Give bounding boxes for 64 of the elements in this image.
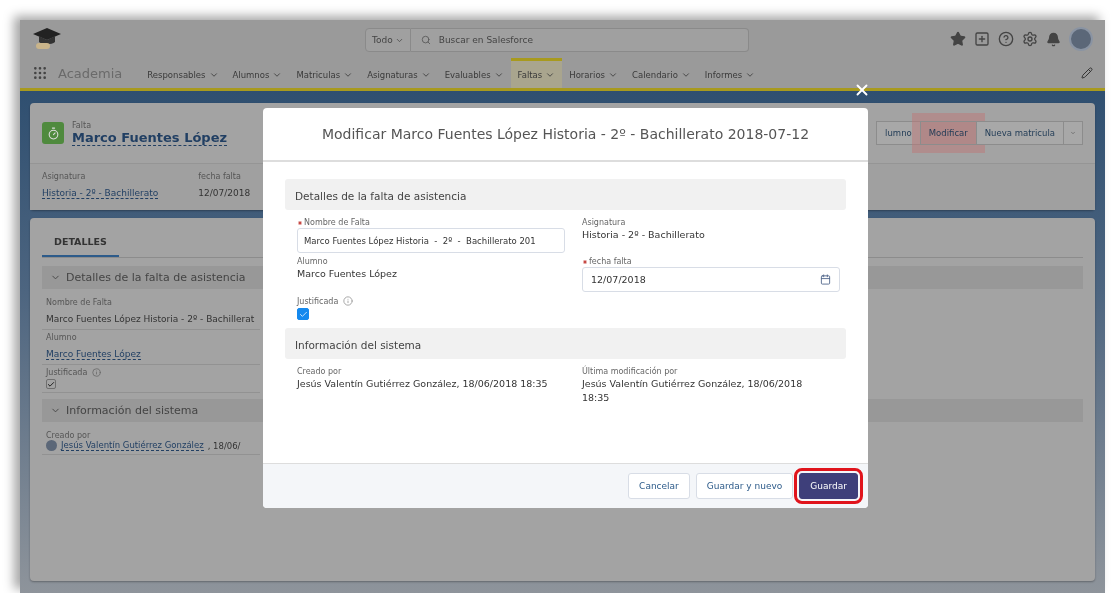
calendar-icon[interactable] — [820, 274, 831, 285]
section-header: Información del sistema — [285, 328, 846, 359]
settings-icon[interactable] — [1022, 31, 1038, 47]
details-tab[interactable]: DETALLES — [42, 228, 119, 257]
nav-tab[interactable]: Responsables — [140, 58, 226, 88]
object-label: Falta — [72, 120, 93, 130]
field-label: Justificada — [297, 296, 339, 306]
nav-tab[interactable]: Faltas — [510, 58, 563, 88]
bell-icon[interactable] — [1046, 31, 1061, 47]
nav-tab[interactable]: Asignaturas — [360, 58, 438, 88]
field-value: , 18/06/ — [207, 440, 241, 451]
avatar-icon — [46, 440, 57, 451]
input-field[interactable]: Marco Fuentes López Historia - 2º - Bachillerato 201 — [297, 228, 565, 253]
field-label: Nombre de Falta — [304, 218, 370, 227]
field-link[interactable]: Marco Fuentes López — [46, 349, 141, 360]
user-link[interactable]: Jesús Valentín Gutiérrez González — [61, 440, 204, 451]
field-value: Marco Fuentes López — [297, 267, 398, 281]
field-value: Jesús Valentín Gutiérrez González, 18/06/2018 18:35 — [297, 377, 549, 391]
nav-tab[interactable]: Informes — [697, 58, 763, 88]
field-link[interactable]: Historia - 2º - Bachillerato — [42, 188, 159, 199]
info-icon — [343, 296, 354, 306]
field-label: Creado por — [297, 367, 342, 376]
search-icon — [420, 35, 431, 45]
avatar-icon[interactable] — [1069, 27, 1093, 51]
check-icon — [298, 309, 308, 319]
field-label: fecha falta — [589, 257, 632, 266]
field-value: Jesús Valentín Gutiérrez González, 18/06/2018 18:35 — [582, 377, 804, 406]
favorites-star-icon[interactable] — [950, 31, 966, 47]
help-icon[interactable] — [998, 31, 1014, 47]
edit-icon[interactable] — [1081, 67, 1093, 79]
field-label: Asignatura — [42, 172, 87, 181]
dialog-button[interactable]: Guardar y nuevo — [695, 473, 794, 499]
field-label: Última modificación por — [582, 367, 678, 376]
search-scope-dropdown[interactable]: Todo — [365, 28, 411, 52]
field-value: Historia - 2º - Bachillerato — [582, 228, 706, 242]
dialog-button[interactable]: Cancelar — [628, 473, 690, 499]
date-field[interactable]: 12/07/2018 — [582, 267, 840, 292]
nav-tab[interactable]: Evaluables — [437, 58, 511, 88]
checkbox[interactable] — [297, 308, 309, 320]
stopwatch-icon — [42, 122, 64, 144]
field-value: 12/07/2018 — [198, 188, 251, 198]
check-icon — [47, 379, 55, 389]
field-label: Asignatura — [582, 218, 626, 227]
record-title: Marco Fuentes López — [72, 129, 228, 146]
add-icon[interactable] — [974, 31, 990, 47]
section-header: Detalles de la falta de asistencia — [285, 179, 846, 210]
field-label: Justificada — [46, 368, 88, 377]
nav-tab[interactable]: Horarios — [562, 58, 626, 88]
nav-tab[interactable]: Alumnos — [225, 58, 290, 88]
field-label: Nombre de Falta — [46, 298, 113, 307]
dialog-title: Modificar Marco Fuentes López Historia - 2º - Bachillerato 2018-07-12 — [321, 126, 810, 142]
checkbox[interactable] — [46, 379, 56, 389]
field-value: Marco Fuentes López Historia - 2º - Bachillerat — [46, 314, 255, 324]
field-label: fecha falta — [198, 172, 242, 181]
field-label: Alumno — [297, 257, 328, 266]
nav-tab[interactable]: Calendario — [625, 58, 698, 88]
action-button[interactable]: Nueva matricula — [975, 121, 1064, 145]
search-field[interactable]: Buscar en Salesforce — [410, 28, 749, 52]
app-launcher-icon[interactable] — [32, 65, 48, 81]
field-label: Alumno — [46, 333, 78, 342]
graduation-cap-icon — [32, 26, 62, 52]
nav-tab[interactable]: Matriculas — [289, 58, 361, 88]
field-label: Creado por — [46, 431, 92, 440]
info-icon — [92, 368, 102, 377]
